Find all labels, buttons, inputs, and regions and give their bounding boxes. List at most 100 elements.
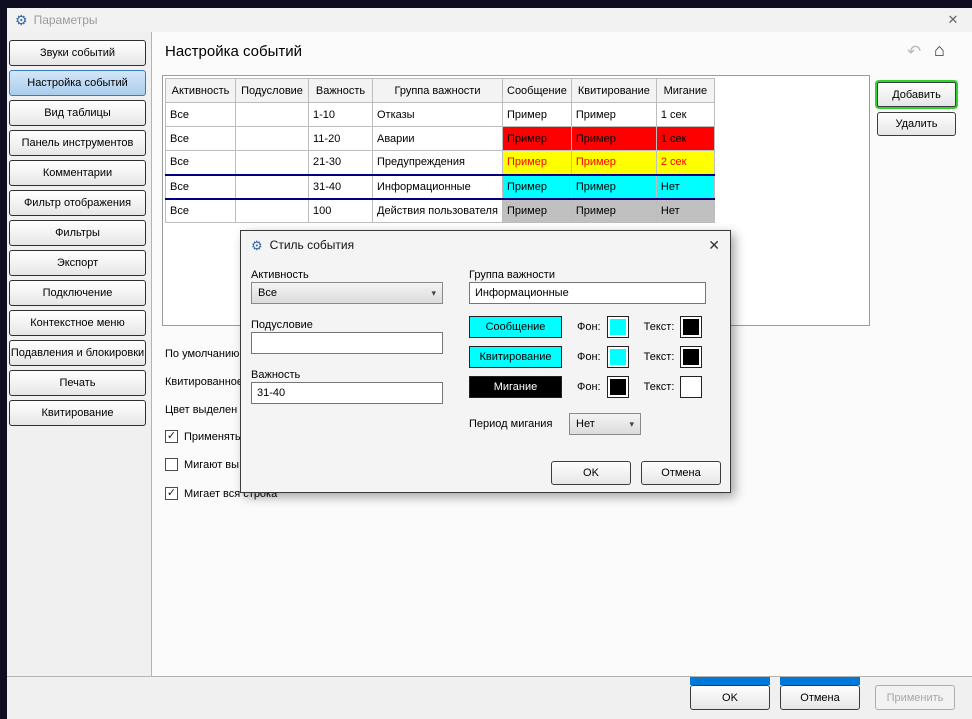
- cell-importance[interactable]: 1-10: [309, 103, 373, 127]
- cell-blink[interactable]: 1 сек: [656, 103, 714, 127]
- cell-activity[interactable]: Все: [166, 199, 236, 223]
- table-row[interactable]: Все 21-30 Предупреждения Пример Пример 2…: [166, 151, 715, 175]
- background-label: Фон:: [577, 351, 601, 363]
- checkbox-apply[interactable]: ✓ Применять: [165, 430, 241, 443]
- window-title: Параметры: [34, 13, 98, 27]
- sidebar-item-acknowledgement[interactable]: Квитирование: [9, 400, 146, 426]
- table-header-row: Активность Подусловие Важность Группа ва…: [166, 79, 715, 103]
- cell-blink[interactable]: Нет: [656, 199, 714, 223]
- subcondition-label: Подусловие: [251, 319, 313, 331]
- cell-ack[interactable]: Пример: [571, 127, 656, 151]
- blink-bg-swatch[interactable]: [607, 376, 629, 398]
- chevron-down-icon: ▾: [629, 419, 634, 430]
- message-text-swatch[interactable]: [680, 316, 702, 338]
- home-icon[interactable]: ⌂: [934, 40, 945, 61]
- checkbox-box[interactable]: ✓: [165, 487, 178, 500]
- table-row[interactable]: Все 1-10 Отказы Пример Пример 1 сек: [166, 103, 715, 127]
- cell-ack[interactable]: Пример: [571, 151, 656, 175]
- sidebar-item-print[interactable]: Печать: [9, 370, 146, 396]
- ack-text-swatch[interactable]: [680, 346, 702, 368]
- delete-button[interactable]: Удалить: [877, 112, 956, 136]
- sidebar-item-event-sounds[interactable]: Звуки событий: [9, 40, 146, 66]
- col-header-subcondition[interactable]: Подусловие: [236, 79, 309, 103]
- dialog-title: Стиль события: [270, 238, 354, 252]
- cell-activity[interactable]: Все: [166, 151, 236, 175]
- cell-group[interactable]: Информационные: [373, 175, 503, 199]
- cell-subcondition[interactable]: [236, 199, 309, 223]
- apply-button[interactable]: Применить: [875, 685, 955, 710]
- dialog-ok-button[interactable]: OK: [551, 461, 631, 485]
- cancel-button[interactable]: Отмена: [780, 685, 860, 710]
- col-header-message[interactable]: Сообщение: [503, 79, 572, 103]
- cell-group[interactable]: Действия пользователя: [373, 199, 503, 223]
- cell-subcondition[interactable]: [236, 151, 309, 175]
- cell-message[interactable]: Пример: [503, 175, 572, 199]
- cell-message[interactable]: Пример: [503, 151, 572, 175]
- cell-group[interactable]: Аварии: [373, 127, 503, 151]
- activity-select[interactable]: Все ▾: [251, 282, 443, 304]
- cell-blink[interactable]: 1 сек: [656, 127, 714, 151]
- table-row[interactable]: Все 11-20 Аварии Пример Пример 1 сек: [166, 127, 715, 151]
- cell-message[interactable]: Пример: [503, 199, 572, 223]
- blink-style-button[interactable]: Мигание: [469, 376, 562, 398]
- dialog-close-icon[interactable]: ✕: [708, 237, 720, 254]
- dialog-cancel-button[interactable]: Отмена: [641, 461, 721, 485]
- blink-period-value: Нет: [576, 418, 595, 430]
- cell-blink[interactable]: 2 сек: [656, 151, 714, 175]
- col-header-group[interactable]: Группа важности: [373, 79, 503, 103]
- sidebar-item-table-view[interactable]: Вид таблицы: [9, 100, 146, 126]
- undo-icon[interactable]: ↶: [907, 42, 921, 62]
- sidebar-item-event-setup[interactable]: Настройка событий: [9, 70, 146, 96]
- col-header-activity[interactable]: Активность: [166, 79, 236, 103]
- importance-input[interactable]: [251, 382, 443, 404]
- col-header-importance[interactable]: Важность: [309, 79, 373, 103]
- cell-group[interactable]: Отказы: [373, 103, 503, 127]
- ack-style-button[interactable]: Квитирование: [469, 346, 562, 368]
- cell-ack[interactable]: Пример: [571, 199, 656, 223]
- sidebar-item-toolbar[interactable]: Панель инструментов: [9, 130, 146, 156]
- cell-subcondition[interactable]: [236, 103, 309, 127]
- cell-group[interactable]: Предупреждения: [373, 151, 503, 175]
- blink-text-swatch[interactable]: [680, 376, 702, 398]
- cell-importance[interactable]: 11-20: [309, 127, 373, 151]
- col-header-blink[interactable]: Мигание: [656, 79, 714, 103]
- cell-message[interactable]: Пример: [503, 103, 572, 127]
- text-label: Текст:: [644, 321, 675, 333]
- table-row-selected[interactable]: Все 31-40 Информационные Пример Пример Н…: [166, 175, 715, 199]
- cell-importance[interactable]: 21-30: [309, 151, 373, 175]
- col-header-ack[interactable]: Квитирование: [571, 79, 656, 103]
- check-icon: ✓: [167, 431, 176, 442]
- blink-period-select[interactable]: Нет ▾: [569, 413, 641, 435]
- checkbox-blink-selected[interactable]: ✓ Мигают вы: [165, 458, 239, 471]
- message-bg-swatch[interactable]: [607, 316, 629, 338]
- ok-button[interactable]: OK: [690, 685, 770, 710]
- text-label: Текст:: [644, 381, 675, 393]
- cell-activity[interactable]: Все: [166, 175, 236, 199]
- message-style-button[interactable]: Сообщение: [469, 316, 562, 338]
- cell-subcondition[interactable]: [236, 175, 309, 199]
- cell-ack[interactable]: Пример: [571, 103, 656, 127]
- cell-subcondition[interactable]: [236, 127, 309, 151]
- cell-importance[interactable]: 31-40: [309, 175, 373, 199]
- cell-blink[interactable]: Нет: [656, 175, 714, 199]
- ack-bg-swatch[interactable]: [607, 346, 629, 368]
- sidebar-item-filters[interactable]: Фильтры: [9, 220, 146, 246]
- checkbox-box[interactable]: ✓: [165, 458, 178, 471]
- cell-activity[interactable]: Все: [166, 127, 236, 151]
- sidebar-item-display-filter[interactable]: Фильтр отображения: [9, 190, 146, 216]
- add-button[interactable]: Добавить: [877, 82, 956, 107]
- importance-group-input[interactable]: [469, 282, 706, 304]
- sidebar-item-connection[interactable]: Подключение: [9, 280, 146, 306]
- sidebar-item-export[interactable]: Экспорт: [9, 250, 146, 276]
- sidebar-item-comments[interactable]: Комментарии: [9, 160, 146, 186]
- table-row[interactable]: Все 100 Действия пользователя Пример При…: [166, 199, 715, 223]
- cell-ack[interactable]: Пример: [571, 175, 656, 199]
- cell-activity[interactable]: Все: [166, 103, 236, 127]
- close-icon[interactable]: ✕: [942, 12, 964, 28]
- cell-importance[interactable]: 100: [309, 199, 373, 223]
- cell-message[interactable]: Пример: [503, 127, 572, 151]
- sidebar-item-context-menu[interactable]: Контекстное меню: [9, 310, 146, 336]
- checkbox-box[interactable]: ✓: [165, 430, 178, 443]
- sidebar-item-suppressions[interactable]: Подавления и блокировки: [9, 340, 146, 366]
- subcondition-input[interactable]: [251, 332, 443, 354]
